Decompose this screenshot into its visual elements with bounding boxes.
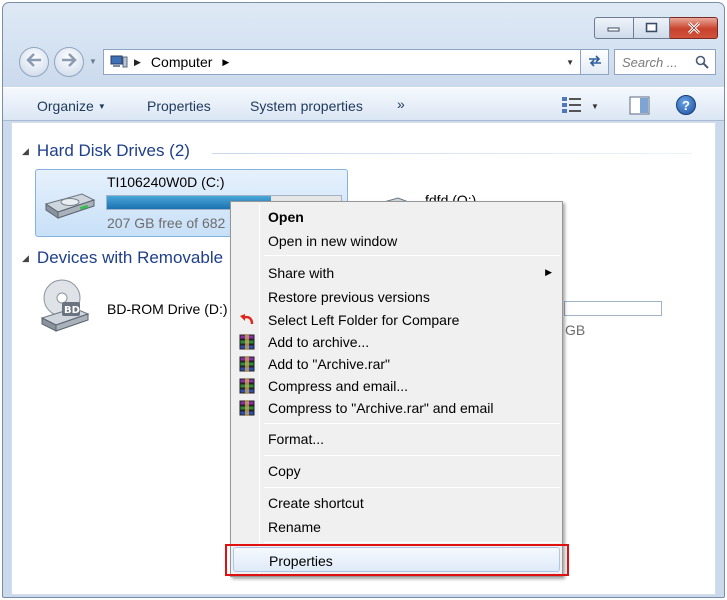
chevron-down-icon: ▼ [97, 102, 106, 111]
menu-item-share-with[interactable]: Share with ▶ [233, 262, 560, 284]
menu-separator [264, 255, 560, 256]
collapse-triangle-icon[interactable]: ◢ [22, 146, 29, 157]
menu-item-label: Restore previous versions [268, 289, 430, 305]
more-commands-button[interactable]: » [397, 96, 405, 112]
search-input[interactable]: Search ... [614, 49, 716, 75]
change-view-button[interactable]: ▼ [561, 96, 605, 116]
preview-pane-button[interactable] [629, 96, 651, 116]
submenu-arrow-icon: ▶ [545, 267, 552, 277]
menu-item-add-to-archive-rar[interactable]: Add to "Archive.rar" [233, 353, 560, 375]
menu-separator [264, 423, 560, 424]
highlight-annotation-box [225, 544, 569, 576]
menu-separator [264, 542, 560, 543]
drive-free-space: 207 GB free of 682 [107, 215, 226, 231]
help-icon: ? [682, 97, 690, 113]
menu-item-rename[interactable]: Rename [233, 516, 560, 538]
menu-item-compress-email[interactable]: Compress and email... [233, 375, 560, 397]
menu-item-label: Format... [268, 431, 325, 447]
undo-arrow-icon [239, 312, 255, 328]
recent-pages-dropdown[interactable]: ▼ [89, 57, 97, 66]
chevron-down-icon: ▼ [591, 101, 599, 111]
refresh-button[interactable] [581, 49, 609, 75]
bd-label: BD [64, 305, 80, 316]
help-button[interactable]: ? [676, 95, 696, 115]
organize-label: Organize [37, 98, 94, 114]
command-bar: Organize ▼ Properties System properties »… [3, 87, 724, 121]
search-icon[interactable] [695, 55, 709, 72]
menu-item-label: Add to archive... [268, 334, 370, 350]
menu-item-label: Compress to "Archive.rar" and email [268, 400, 494, 416]
menu-item-label: Open [268, 209, 304, 225]
address-dropdown-icon[interactable]: ▼ [566, 58, 574, 67]
address-bar[interactable]: ▶ Computer ▶ ▼ [103, 49, 581, 75]
system-properties-command[interactable]: System properties [250, 98, 363, 114]
menu-separator [264, 487, 560, 488]
group-title: Hard Disk Drives (2) [36, 141, 190, 160]
winrar-icon [239, 400, 255, 416]
drive-free-space: GB [565, 322, 586, 338]
hard-drive-icon [42, 184, 96, 227]
back-button[interactable] [19, 47, 49, 77]
breadcrumb-computer[interactable]: Computer [151, 54, 212, 70]
drive-name: TI106240W0D (C:) [107, 174, 225, 190]
organize-menu[interactable]: Organize ▼ [37, 98, 106, 114]
menu-item-label: Create shortcut [268, 495, 364, 511]
menu-item-label: Share with [268, 265, 335, 281]
forward-arrow-icon [61, 53, 77, 71]
breadcrumb-chevron-icon[interactable]: ▶ [222, 57, 229, 68]
winrar-icon [239, 334, 255, 350]
collapse-triangle-icon[interactable]: ◢ [22, 253, 29, 264]
menu-item-compress-archive-email[interactable]: Compress to "Archive.rar" and email [233, 397, 560, 419]
breadcrumb-chevron-icon[interactable]: ▶ [134, 57, 141, 68]
menu-item-label: Copy [268, 463, 301, 479]
close-button[interactable] [670, 17, 718, 39]
menu-item-open-new-window[interactable]: Open in new window [233, 230, 560, 252]
menu-item-create-shortcut[interactable]: Create shortcut [233, 492, 560, 514]
group-divider [212, 153, 692, 154]
context-menu: Open Open in new window Share with ▶ Res… [230, 201, 563, 577]
menu-item-label: Rename [268, 519, 321, 535]
computer-icon [110, 55, 128, 69]
drive-usage-bar [564, 301, 662, 316]
details-view-icon [561, 96, 583, 117]
group-header-hard-disk[interactable]: ◢ Hard Disk Drives (2) [22, 141, 190, 161]
minimize-icon [595, 18, 633, 38]
bd-rom-drive-icon: BD [38, 278, 92, 339]
menu-item-label: Add to "Archive.rar" [268, 356, 390, 372]
maximize-icon [634, 18, 669, 38]
menu-item-open[interactable]: Open [233, 206, 560, 228]
refresh-icon [587, 54, 603, 71]
group-header-removable[interactable]: ◢ Devices with Removable [22, 248, 223, 268]
drive-name[interactable]: BD-ROM Drive (D:) [107, 301, 228, 317]
menu-item-label: Compress and email... [268, 378, 409, 394]
winrar-icon [239, 356, 255, 372]
winrar-icon [239, 378, 255, 394]
menu-item-format[interactable]: Format... [233, 428, 560, 450]
forward-button[interactable] [54, 47, 84, 77]
preview-pane-icon [629, 96, 651, 119]
menu-item-add-to-archive[interactable]: Add to archive... [233, 331, 560, 353]
menu-item-select-left-folder[interactable]: Select Left Folder for Compare [233, 309, 560, 331]
close-icon [670, 18, 717, 38]
maximize-button[interactable] [634, 17, 670, 39]
menu-item-copy[interactable]: Copy [233, 460, 560, 482]
menu-item-restore-previous[interactable]: Restore previous versions [233, 286, 560, 308]
menu-item-label: Select Left Folder for Compare [268, 312, 460, 328]
properties-command[interactable]: Properties [147, 98, 211, 114]
minimize-button[interactable] [594, 17, 634, 39]
search-placeholder: Search ... [622, 54, 678, 70]
group-title: Devices with Removable [36, 248, 224, 267]
menu-separator [264, 455, 560, 456]
back-arrow-icon [26, 53, 42, 71]
menu-item-label: Open in new window [268, 233, 398, 249]
